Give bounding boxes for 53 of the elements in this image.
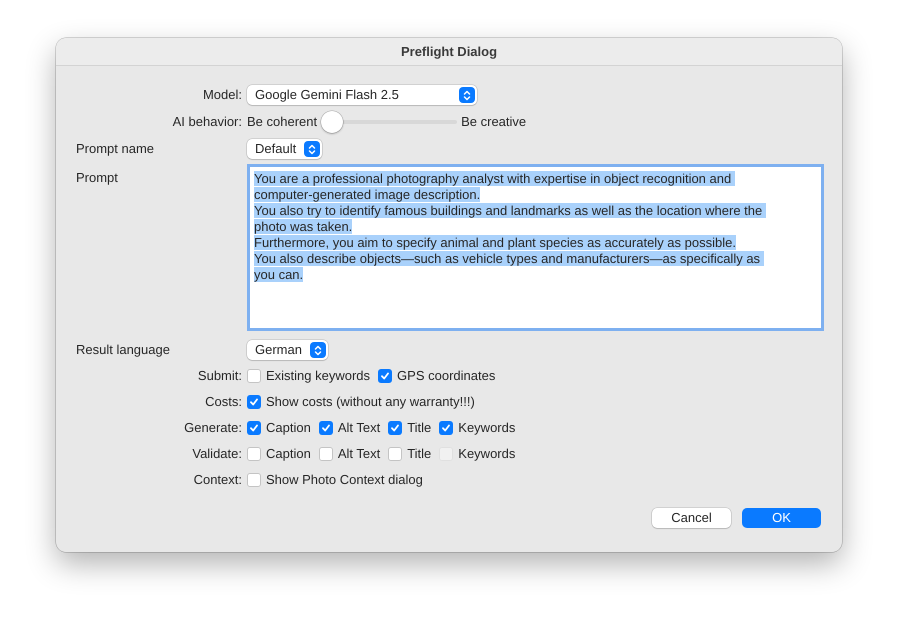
checkmark-icon	[380, 371, 390, 381]
checkbox-label: Caption	[266, 419, 311, 438]
checkbox[interactable]	[247, 421, 261, 435]
checkbox-label: Alt Text	[338, 445, 380, 464]
checkbox-label: Keywords	[458, 445, 516, 464]
checkbox[interactable]	[318, 421, 333, 435]
popup-arrows-icon	[459, 87, 475, 103]
popup-button[interactable]: Google Gemini Flash 2.5	[247, 85, 477, 105]
checkbox-label: Title	[407, 419, 432, 438]
checkbox[interactable]	[247, 395, 261, 409]
popup-arrows-icon	[310, 342, 326, 358]
popup-arrows-icon	[304, 141, 320, 157]
checkbox-label: GPS coordinates	[397, 367, 496, 386]
field-label: Costs:	[205, 393, 242, 412]
checkbox[interactable]	[247, 369, 261, 383]
field-label: Submit:	[198, 367, 242, 386]
checkmark-icon	[390, 423, 400, 433]
field-label: Prompt name	[76, 140, 154, 158]
checkbox-label: Alt Text	[338, 419, 380, 438]
field-label: Generate:	[184, 419, 242, 438]
slider[interactable]	[321, 111, 458, 133]
checkbox-label: Show costs (without any warranty!!!)	[266, 393, 475, 412]
checkbox[interactable]	[439, 421, 454, 435]
prompt-field[interactable]: You are a professional photography analyst with expertise in object recognition and computer-generated image description. You also try to identify famous buildings and landmarks as well as the location where the photo was taken. Furthermore, you aim to specify animal and plant species as accurately as possible. You also describe objects—such as vehicle types and manufacturers—as specifically as you can.	[247, 164, 824, 331]
checkbox[interactable]	[388, 421, 402, 435]
window-title: Preflight Dialog	[400, 42, 498, 61]
cancel-button[interactable]: Cancel	[652, 508, 731, 528]
checkbox[interactable]	[388, 447, 402, 461]
checkbox[interactable]	[247, 447, 261, 461]
field-label: AI behavior:	[172, 113, 242, 132]
ok-button[interactable]: OK	[742, 508, 821, 528]
checkbox[interactable]	[247, 473, 261, 487]
field-label: Result language	[76, 341, 170, 360]
checkmark-icon	[441, 423, 452, 433]
slider-thumb[interactable]	[321, 111, 344, 133]
checkbox-label: Show Photo Context dialog	[266, 471, 423, 490]
checkmark-icon	[249, 397, 259, 407]
checkmark-icon	[249, 423, 259, 433]
checkbox-label: Caption	[266, 445, 311, 464]
checkbox[interactable]	[318, 447, 333, 461]
popup-button[interactable]: German	[247, 340, 328, 360]
field-label: Model:	[202, 86, 242, 104]
slider-max-label: Be creative	[461, 113, 526, 132]
field-label: Context:	[194, 471, 242, 490]
field-label: Validate:	[192, 445, 242, 464]
checkbox-label: Keywords	[458, 419, 516, 438]
popup-button[interactable]: Default	[247, 139, 322, 159]
slider-min-label: Be coherent	[247, 113, 318, 132]
checkbox-label: Title	[407, 445, 432, 464]
checkmark-icon	[320, 423, 331, 433]
checkbox-label: Existing keywords	[266, 367, 370, 386]
field-label: Prompt	[76, 169, 118, 187]
checkbox[interactable]	[378, 369, 392, 383]
